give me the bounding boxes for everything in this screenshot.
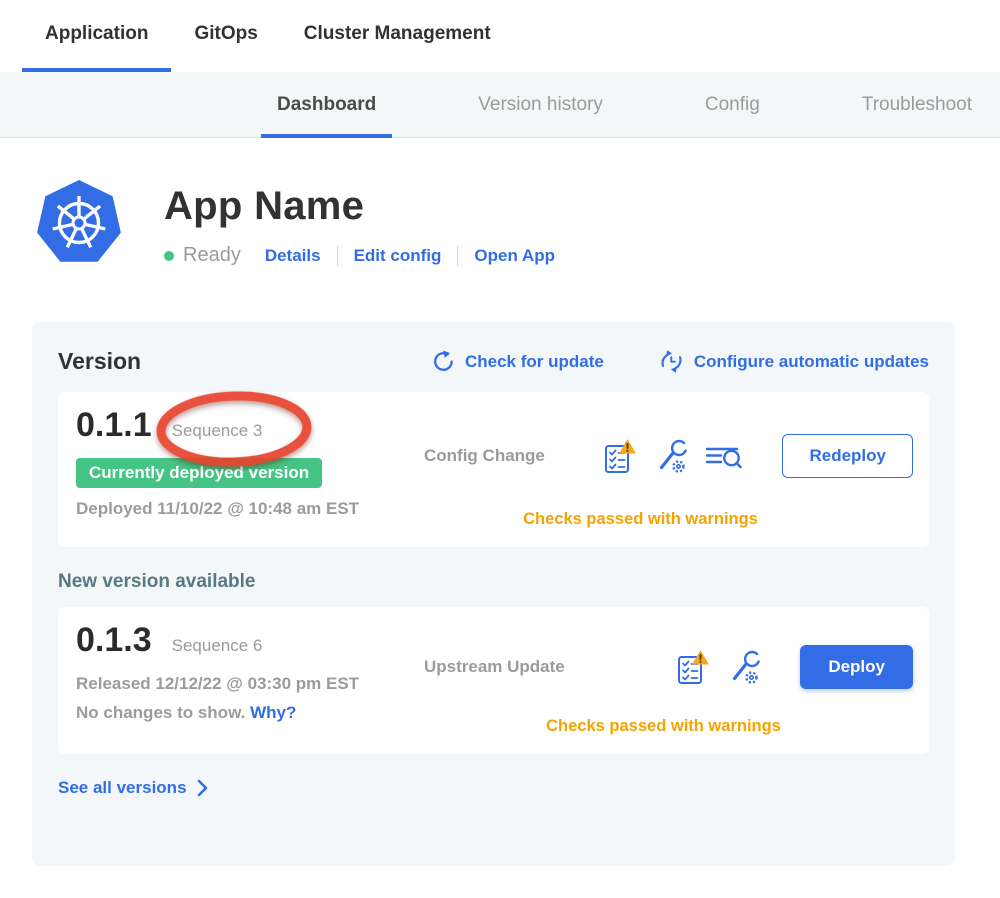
view-files-icon[interactable]: [705, 442, 742, 471]
version-card-title: Version: [58, 348, 141, 375]
app-header: App Name Ready Details Edit config Open …: [36, 180, 1000, 267]
tab-gitops[interactable]: GitOps: [171, 0, 280, 72]
check-for-update-label: Check for update: [465, 352, 604, 372]
new-version-heading: New version available: [58, 571, 929, 593]
refresh-icon: [431, 349, 456, 374]
see-all-versions-label: See all versions: [58, 778, 187, 798]
edit-config-link[interactable]: Edit config: [354, 246, 442, 266]
redeploy-button[interactable]: Redeploy: [782, 434, 913, 478]
currently-deployed-badge: Currently deployed version: [76, 458, 322, 488]
preflight-checks-icon[interactable]: [676, 649, 710, 686]
check-for-update-button[interactable]: Check for update: [431, 349, 604, 374]
tab-troubleshoot[interactable]: Troubleshoot: [846, 72, 988, 137]
version-source-label: Config Change: [424, 446, 545, 466]
configure-automatic-updates-button[interactable]: Configure automatic updates: [658, 348, 929, 375]
open-app-link[interactable]: Open App: [474, 246, 555, 266]
deployed-timestamp: Deployed 11/10/22 @ 10:48 am EST: [76, 499, 406, 519]
separator: [337, 245, 338, 267]
tab-config[interactable]: Config: [689, 72, 776, 137]
configure-updates-label: Configure automatic updates: [694, 352, 929, 372]
checks-warning-text: Checks passed with warnings: [546, 717, 781, 735]
current-version-number: 0.1.1: [76, 406, 152, 445]
wrench-config-icon[interactable]: [655, 439, 687, 474]
current-version-sequence: Sequence 3: [172, 421, 263, 441]
primary-nav: Application GitOps Cluster Management: [0, 0, 1000, 72]
tab-cluster-management[interactable]: Cluster Management: [281, 0, 514, 72]
wrench-config-icon[interactable]: [728, 650, 760, 685]
chevron-right-icon: [197, 779, 208, 797]
tab-application[interactable]: Application: [22, 0, 171, 72]
separator: [457, 245, 458, 267]
current-version-row: 0.1.1 Sequence 3 Currently deployed vers…: [58, 392, 929, 547]
new-version-number: 0.1.3: [76, 621, 152, 660]
details-link[interactable]: Details: [265, 246, 321, 266]
kubernetes-logo-icon: [36, 180, 122, 266]
status-ready-dot: [164, 251, 174, 261]
see-all-versions-link[interactable]: See all versions: [58, 778, 208, 798]
version-card: Version Check for update: [32, 322, 955, 866]
auto-update-clock-icon: [658, 348, 685, 375]
secondary-nav: Dashboard Version history Config Trouble…: [0, 72, 1000, 138]
tab-version-history[interactable]: Version history: [462, 72, 619, 137]
tab-dashboard[interactable]: Dashboard: [261, 72, 392, 137]
new-version-row: 0.1.3 Sequence 6 Released 12/12/22 @ 03:…: [58, 607, 929, 754]
deploy-button[interactable]: Deploy: [800, 645, 913, 689]
checks-warning-text: Checks passed with warnings: [523, 510, 758, 528]
status-label: Ready: [183, 244, 241, 267]
released-timestamp: Released 12/12/22 @ 03:30 pm EST: [76, 674, 406, 694]
version-source-label: Upstream Update: [424, 657, 565, 677]
no-changes-text: No changes to show.: [76, 703, 245, 722]
new-version-sequence: Sequence 6: [172, 636, 263, 656]
app-title: App Name: [164, 184, 555, 229]
preflight-checks-icon[interactable]: [603, 438, 637, 475]
why-link[interactable]: Why?: [250, 703, 296, 722]
